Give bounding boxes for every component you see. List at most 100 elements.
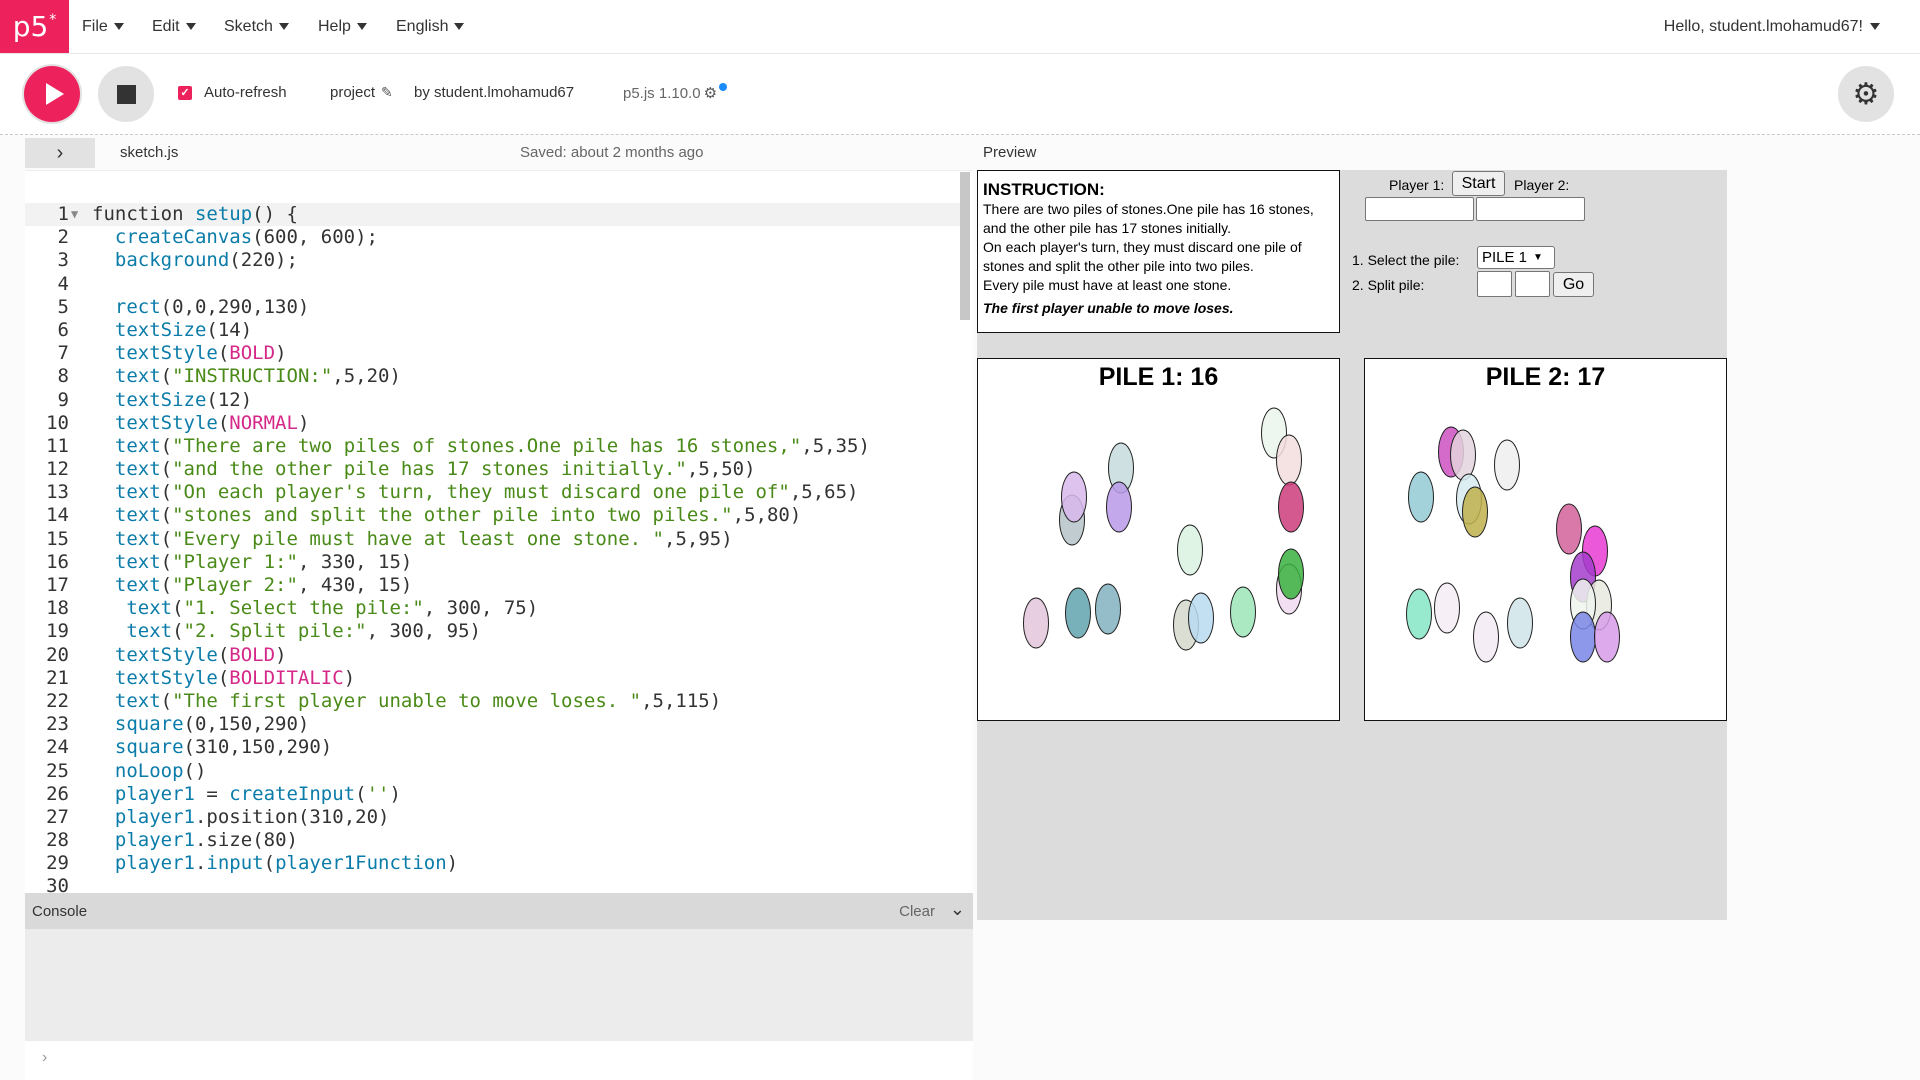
code-line[interactable]: 24 square(310,150,290) xyxy=(25,736,960,759)
code-text: player1.size(80) xyxy=(114,829,298,852)
menu-sketch[interactable]: Sketch xyxy=(224,0,289,53)
stone xyxy=(1450,429,1476,481)
caret-down-icon xyxy=(278,23,289,30)
stone xyxy=(1434,582,1460,634)
line-number: 13 xyxy=(46,481,69,504)
code-line[interactable]: 29 player1.input(player1Function) xyxy=(25,852,960,875)
project-owner[interactable]: by student.lmohamud67 xyxy=(414,84,574,101)
go-button[interactable]: Go xyxy=(1553,272,1594,297)
stop-button[interactable] xyxy=(98,66,154,122)
code-text: text("Every pile must have at least one … xyxy=(114,527,733,550)
code-line[interactable]: 5 rect(0,0,290,130) xyxy=(25,296,960,319)
pile-select[interactable]: PILE 1 ▼ xyxy=(1477,246,1555,269)
code-line[interactable]: 1 ▼ function setup() { xyxy=(25,203,960,227)
menu-help[interactable]: Help xyxy=(318,0,367,53)
player2-input[interactable] xyxy=(1476,197,1585,221)
code-line[interactable]: 8 text("INSTRUCTION:",5,20) xyxy=(25,365,960,388)
code-line[interactable]: 22 text("The first player unable to move… xyxy=(25,690,960,713)
line-number: 10 xyxy=(46,411,69,434)
preview-canvas[interactable]: INSTRUCTION: There are two piles of ston… xyxy=(977,170,1727,920)
code-line[interactable]: 14 text("stones and split the other pile… xyxy=(25,504,960,527)
player1-label: Player 1: xyxy=(1389,177,1445,193)
stone xyxy=(1276,434,1302,486)
saved-status: Saved: about 2 months ago xyxy=(520,144,704,161)
p5-version[interactable]: p5.js 1.10.0 ⚙ xyxy=(623,83,728,102)
code-line[interactable]: 17 text("Player 2:", 430, 15) xyxy=(25,574,960,597)
stone xyxy=(1230,586,1256,638)
console-clear-button[interactable]: Clear xyxy=(899,903,935,920)
code-text: text("The first player unable to move lo… xyxy=(114,689,722,712)
code-line[interactable]: 13 text("On each player's turn, they mus… xyxy=(25,481,960,504)
code-line[interactable]: 26 player1 = createInput('') xyxy=(25,783,960,806)
stone xyxy=(1462,486,1488,538)
code-text: textSize(12) xyxy=(114,388,253,411)
logo-text: p5 xyxy=(12,10,49,43)
code-line[interactable]: 9 textSize(12) xyxy=(25,389,960,412)
fold-arrow-icon[interactable]: ▼ xyxy=(71,203,78,226)
stone xyxy=(1095,583,1121,635)
caret-down-icon xyxy=(1870,23,1880,30)
menu-language-label: English xyxy=(396,17,449,35)
code-line[interactable]: 27 player1.position(310,20) xyxy=(25,806,960,829)
editor-scrollbar[interactable] xyxy=(960,172,970,320)
auto-refresh-checkbox[interactable]: ✓ xyxy=(178,85,192,100)
chevron-down-icon[interactable]: ⌄ xyxy=(950,899,965,920)
menu-language[interactable]: English xyxy=(396,0,465,53)
project-name[interactable]: project ✎ xyxy=(330,84,393,101)
code-line[interactable]: 19 text("2. Split pile:", 300, 95) xyxy=(25,620,960,643)
code-lines[interactable]: 1 ▼ function setup() {2 createCanvas(600, … xyxy=(25,203,960,893)
code-text: text("1. Select the pile:", 300, 75) xyxy=(126,597,539,620)
menu-edit[interactable]: Edit xyxy=(152,0,196,53)
code-text: background(220); xyxy=(114,249,298,272)
split-input-a[interactable] xyxy=(1477,271,1512,297)
settings-button[interactable]: ⚙ xyxy=(1838,66,1894,122)
code-line[interactable]: 20 textStyle(BOLD) xyxy=(25,644,960,667)
code-line[interactable]: 28 player1.size(80) xyxy=(25,829,960,852)
code-line[interactable]: 6 textSize(14) xyxy=(25,319,960,342)
code-line[interactable]: 30 xyxy=(25,875,960,893)
player1-input[interactable] xyxy=(1365,197,1474,221)
code-editor[interactable]: 1 ▼ function setup() {2 createCanvas(600, … xyxy=(25,170,973,893)
line-number: 29 xyxy=(46,852,69,875)
auto-refresh-toggle[interactable]: ✓ Auto-refresh xyxy=(178,84,287,101)
menu-file[interactable]: File xyxy=(82,0,124,53)
code-line[interactable]: 25 noLoop() xyxy=(25,760,960,783)
code-line[interactable]: 11 text("There are two piles of stones.O… xyxy=(25,435,960,458)
play-icon xyxy=(45,83,64,105)
expand-sidebar-button[interactable]: › xyxy=(25,138,95,168)
menu-sketch-label: Sketch xyxy=(224,17,273,35)
pile-1-box: PILE 1: 16 xyxy=(977,358,1340,721)
split-input-b[interactable] xyxy=(1515,271,1550,297)
code-line[interactable]: 3 background(220); xyxy=(25,249,960,272)
code-line[interactable]: 4 xyxy=(25,273,960,296)
console-input[interactable]: › xyxy=(25,1041,973,1080)
code-line[interactable]: 16 text("Player 1:", 330, 15) xyxy=(25,551,960,574)
code-line[interactable]: 18 text("1. Select the pile:", 300, 75) xyxy=(25,597,960,620)
code-line[interactable]: 7 textStyle(BOLD) xyxy=(25,342,960,365)
p5-logo[interactable]: p5 * xyxy=(0,0,69,53)
code-line[interactable]: 12 text("and the other pile has 17 stone… xyxy=(25,458,960,481)
line-number: 19 xyxy=(46,620,69,643)
stone xyxy=(1556,503,1582,555)
code-line[interactable]: 2 createCanvas(600, 600); xyxy=(25,226,960,249)
code-text: text("Player 1:", 330, 15) xyxy=(114,550,413,573)
play-button[interactable] xyxy=(24,66,80,122)
code-line[interactable]: 10 textStyle(NORMAL) xyxy=(25,412,960,435)
code-text: textStyle(NORMAL) xyxy=(114,411,310,434)
code-text: textStyle(BOLDITALIC) xyxy=(114,666,356,689)
code-line[interactable]: 23 square(0,150,290) xyxy=(25,713,960,736)
menu-help-label: Help xyxy=(318,17,351,35)
line-number: 8 xyxy=(57,365,69,388)
line-number: 23 xyxy=(46,713,69,736)
code-line[interactable]: 15 text("Every pile must have at least o… xyxy=(25,528,960,551)
line-number: 26 xyxy=(46,782,69,805)
start-button[interactable]: Start xyxy=(1452,171,1505,196)
line-number: 5 xyxy=(57,295,69,318)
code-text: text("2. Split pile:", 300, 95) xyxy=(126,620,481,643)
pencil-icon[interactable]: ✎ xyxy=(381,84,393,101)
stone xyxy=(1278,481,1304,533)
instruction-line: Every pile must have at least one stone. xyxy=(983,277,1232,293)
user-menu[interactable]: Hello, student.lmohamud67! xyxy=(1664,0,1880,53)
code-text: text("stones and split the other pile in… xyxy=(114,504,802,527)
code-line[interactable]: 21 textStyle(BOLDITALIC) xyxy=(25,667,960,690)
